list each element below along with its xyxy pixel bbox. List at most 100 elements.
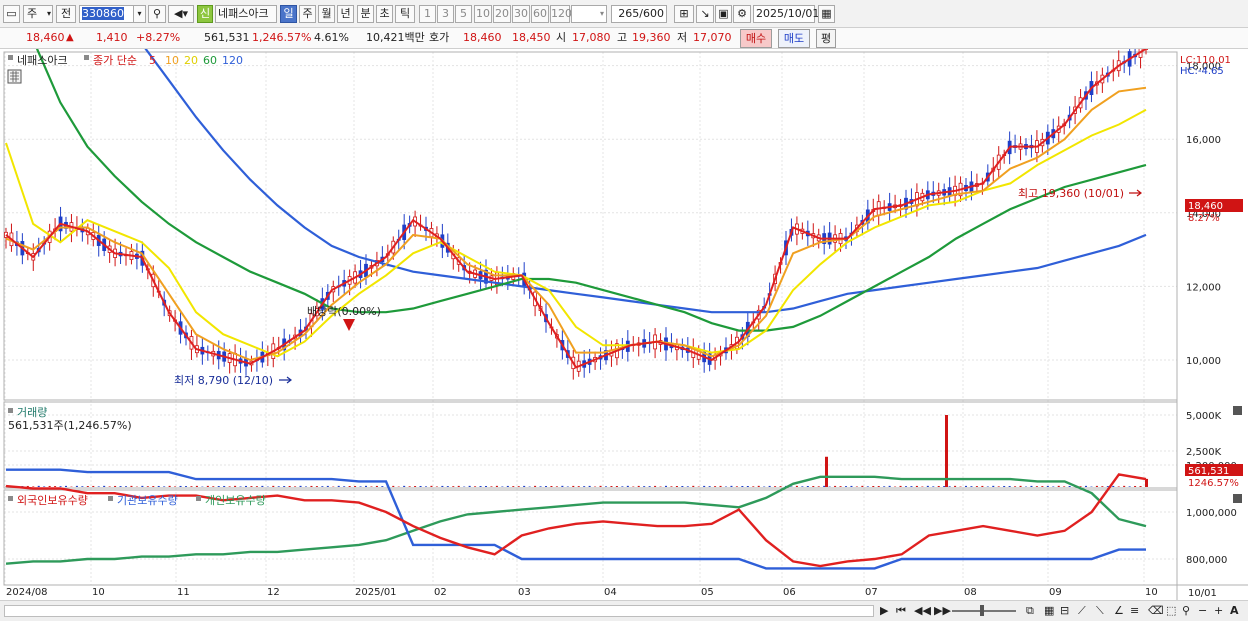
window-icon[interactable]: ▭ bbox=[3, 5, 20, 23]
tile-icon[interactable]: ▦ bbox=[1044, 604, 1054, 618]
volume-bar bbox=[130, 485, 133, 487]
volume-bar bbox=[1014, 486, 1017, 487]
volume-bar bbox=[1008, 486, 1011, 487]
save-icon[interactable]: ▣ bbox=[715, 5, 732, 23]
volume-bar bbox=[430, 485, 433, 487]
grid-settings-icon[interactable]: ⊞ bbox=[674, 5, 694, 23]
volume-bar bbox=[157, 485, 160, 487]
gear-icon[interactable]: ⚙ bbox=[733, 5, 751, 23]
x-axis-label: 02 bbox=[434, 587, 447, 598]
volume-bar bbox=[539, 486, 542, 487]
holdings-y-tick: 1,000,000 bbox=[1186, 508, 1237, 519]
eraser-icon[interactable]: ⌫ bbox=[1148, 604, 1164, 618]
holdings-y-tick: 800,000 bbox=[1186, 555, 1227, 566]
chart-type-icon[interactable]: ⊟ bbox=[1060, 604, 1069, 618]
table-toggle-icon[interactable] bbox=[7, 69, 22, 84]
volume-bar bbox=[681, 486, 684, 487]
tick-1[interactable]: 1 bbox=[419, 5, 436, 23]
first-icon[interactable]: ⏮ bbox=[896, 604, 906, 618]
count-input[interactable]: 265/600 bbox=[611, 5, 667, 23]
volume-bar bbox=[741, 486, 744, 487]
line-tool-icon[interactable]: ⟋ bbox=[1078, 604, 1086, 618]
volume-bar bbox=[315, 486, 318, 487]
period-month[interactable]: 월 bbox=[318, 5, 335, 23]
tick-120[interactable]: 120 bbox=[550, 5, 572, 23]
volume-bar bbox=[523, 485, 526, 487]
tick-5[interactable]: 5 bbox=[455, 5, 472, 23]
horizontal-scrollbar[interactable] bbox=[4, 605, 874, 617]
volume-bar bbox=[643, 486, 646, 487]
price-change: 1,410 bbox=[96, 31, 128, 44]
buy-button[interactable]: 매수 bbox=[740, 29, 772, 48]
volume-bar bbox=[599, 485, 602, 487]
fibo-icon[interactable]: ≡ bbox=[1130, 604, 1139, 618]
play-icon[interactable]: ▶ bbox=[880, 604, 888, 618]
code-dropdown-icon[interactable]: ▾ bbox=[133, 5, 146, 23]
volume-pane-close-icon[interactable] bbox=[1233, 406, 1242, 415]
institution-legend: 기관보유수량 bbox=[117, 494, 178, 507]
volume-bar bbox=[48, 485, 51, 487]
next-icon[interactable]: ▶▶ bbox=[934, 604, 951, 618]
calendar-icon[interactable]: ▦ bbox=[818, 5, 835, 23]
volume-bar bbox=[359, 486, 362, 487]
copy-icon[interactable]: ⧉ bbox=[1026, 604, 1034, 618]
code-input[interactable]: 330860 bbox=[79, 5, 137, 23]
tick-20[interactable]: 20 bbox=[493, 5, 511, 23]
volume-bar bbox=[152, 486, 155, 487]
volume-bar bbox=[239, 486, 242, 487]
volume-bar bbox=[801, 486, 804, 487]
angle-tool-icon[interactable]: ∠ bbox=[1114, 604, 1124, 618]
period-day[interactable]: 일 bbox=[280, 5, 297, 23]
volume-bar bbox=[261, 485, 264, 487]
legend-square-icon bbox=[8, 408, 13, 413]
period-week[interactable]: 주 bbox=[299, 5, 316, 23]
minus-icon[interactable]: − bbox=[1198, 604, 1207, 618]
date-input[interactable]: 2025/10/01 bbox=[753, 5, 819, 23]
search-icon[interactable]: ⚲ bbox=[148, 5, 166, 23]
period-tick[interactable]: 틱 bbox=[395, 5, 415, 23]
tick-60[interactable]: 60 bbox=[531, 5, 549, 23]
volume-bar bbox=[910, 486, 913, 487]
period-second[interactable]: 초 bbox=[376, 5, 393, 23]
volume-bar bbox=[408, 486, 411, 487]
prev-icon[interactable]: ◀◀ bbox=[914, 604, 931, 618]
volume-bar bbox=[419, 485, 422, 487]
volume-bar bbox=[981, 485, 984, 487]
speaker-icon[interactable]: ◀▾ bbox=[168, 5, 194, 23]
volume-bar bbox=[1085, 485, 1087, 487]
select-icon[interactable]: ⬚ bbox=[1166, 604, 1176, 618]
zoom-slider-handle[interactable] bbox=[980, 605, 984, 616]
current-pct-tag-text: 8.27% bbox=[1188, 213, 1220, 224]
volume-bar bbox=[223, 485, 226, 487]
volume-bar bbox=[948, 486, 951, 487]
type-select[interactable]: 전 bbox=[56, 5, 76, 23]
eval-button[interactable]: 평 bbox=[816, 29, 836, 48]
period-minute[interactable]: 분 bbox=[357, 5, 374, 23]
tick-30[interactable]: 30 bbox=[512, 5, 530, 23]
high-price: 19,360 bbox=[632, 31, 671, 44]
volume-bar bbox=[506, 485, 509, 487]
chart-area[interactable]: 24,00022,00020,00018,00016,00014,00012,0… bbox=[0, 49, 1248, 600]
volume-bar bbox=[872, 485, 875, 487]
volume-bar bbox=[817, 486, 820, 487]
sell-button[interactable]: 매도 bbox=[778, 29, 810, 48]
volume-y-tick: 5,000K bbox=[1186, 411, 1222, 422]
trend-tool-icon[interactable]: ⟍ bbox=[1096, 604, 1104, 618]
volume-bar bbox=[861, 485, 864, 487]
x-axis-label: 06 bbox=[783, 587, 796, 598]
text-tool-icon[interactable]: A bbox=[1230, 604, 1239, 618]
period-year[interactable]: 년 bbox=[337, 5, 354, 23]
legend-square-icon bbox=[8, 55, 13, 60]
volume-bar bbox=[255, 486, 258, 487]
draw-tool-icon[interactable]: ↘ bbox=[696, 5, 714, 23]
tick-3[interactable]: 3 bbox=[437, 5, 454, 23]
plus-icon[interactable]: + bbox=[1214, 604, 1223, 618]
tick-10[interactable]: 10 bbox=[474, 5, 492, 23]
custom-tick-input[interactable]: ▾ bbox=[571, 5, 607, 23]
zoom-slider[interactable] bbox=[952, 610, 1016, 612]
volume-bar bbox=[474, 486, 477, 487]
holdings-pane-close-icon[interactable] bbox=[1233, 494, 1242, 503]
zoom-icon[interactable]: ⚲ bbox=[1182, 604, 1190, 618]
market-select[interactable]: 주 ▾ bbox=[23, 5, 53, 23]
volume-bar bbox=[834, 485, 837, 487]
